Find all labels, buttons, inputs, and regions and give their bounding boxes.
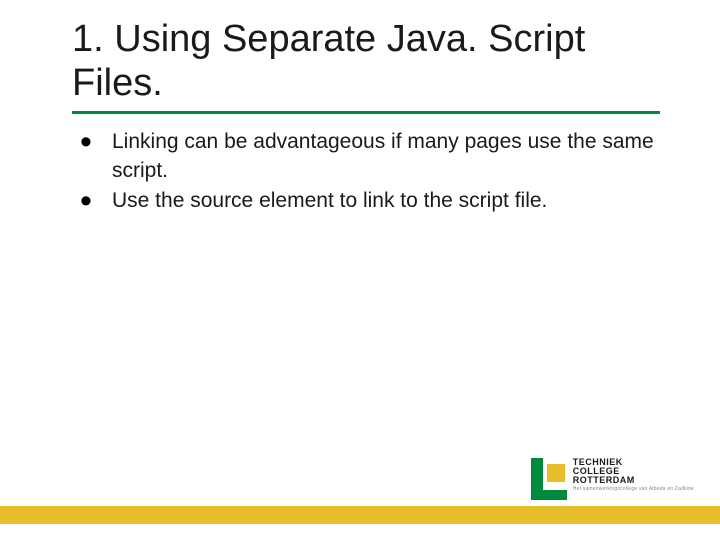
logo-subtext: Het samenwerkingscollege van Albeda en Z…: [573, 487, 694, 492]
slide-title: 1. Using Separate Java. Script Files.: [72, 18, 660, 114]
slide: 1. Using Separate Java. Script Files. Li…: [0, 0, 720, 540]
logo-mark-icon: [531, 458, 567, 500]
footer-band: [0, 506, 720, 524]
logo-text: TECHNIEK COLLEGE ROTTERDAM Het samenwerk…: [573, 458, 694, 492]
list-item: Use the source element to link to the sc…: [80, 187, 660, 215]
logo-line: ROTTERDAM: [573, 476, 694, 485]
list-item: Linking can be advantageous if many page…: [80, 128, 660, 185]
logo: TECHNIEK COLLEGE ROTTERDAM Het samenwerk…: [531, 458, 694, 500]
bullet-list: Linking can be advantageous if many page…: [72, 128, 660, 215]
